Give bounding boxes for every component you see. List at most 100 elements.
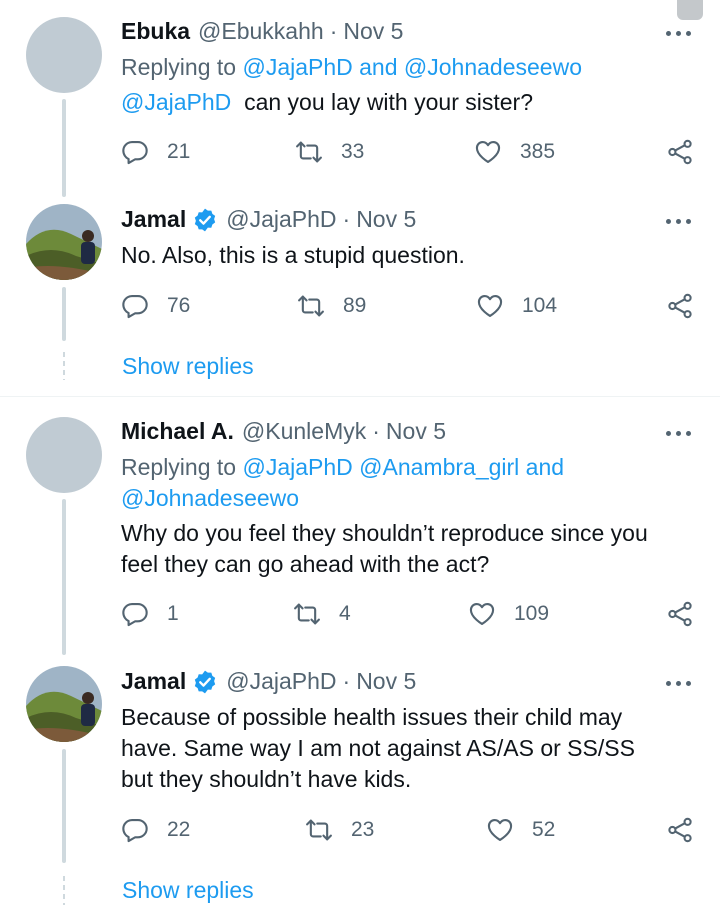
like-count: 104 xyxy=(522,294,558,317)
show-replies-link[interactable]: Show replies xyxy=(122,353,254,380)
tweet-text-line: have. Same way I am not against AS/AS or… xyxy=(121,735,635,761)
retweet-icon xyxy=(297,292,325,320)
like-icon xyxy=(468,600,496,628)
retweet-icon xyxy=(305,816,333,844)
verified-badge-icon xyxy=(192,669,218,695)
replying-to-mention[interactable]: @Johnadeseewo xyxy=(121,485,299,511)
share-icon[interactable] xyxy=(666,600,694,628)
handle[interactable]: @JajaPhD xyxy=(226,668,336,695)
retweet-button[interactable]: 4 xyxy=(293,600,351,628)
display-name[interactable]: Jamal xyxy=(121,206,186,233)
tweet-text-line: Because of possible health issues their … xyxy=(121,704,623,730)
avatar-photo xyxy=(26,666,102,742)
thread-line xyxy=(62,499,66,655)
like-button[interactable]: 385 xyxy=(474,138,555,166)
handle[interactable]: @Ebukkahh xyxy=(198,18,324,45)
avatar-photo xyxy=(26,204,102,280)
tweet-text-line: Why do you feel they shouldn’t reproduce… xyxy=(121,520,648,546)
handle[interactable]: @KunleMyk xyxy=(242,418,366,445)
avatar[interactable] xyxy=(26,417,102,493)
more-options-icon[interactable] xyxy=(666,429,692,437)
more-options-icon[interactable] xyxy=(666,679,692,687)
retweet-count: 89 xyxy=(343,294,367,317)
retweet-icon xyxy=(295,138,323,166)
scroll-handle[interactable] xyxy=(677,0,703,20)
like-button[interactable]: 104 xyxy=(476,292,557,320)
reply-icon xyxy=(121,292,149,320)
tweet-text-line: but they shouldn’t have kids. xyxy=(121,766,412,792)
tweet-text-line: feel they can go ahead with the act? xyxy=(121,551,490,577)
more-options-icon[interactable] xyxy=(666,29,692,37)
reply-count: 76 xyxy=(167,294,191,317)
reply-icon xyxy=(121,816,149,844)
retweet-count: 23 xyxy=(351,818,375,841)
retweet-button[interactable]: 23 xyxy=(305,816,374,844)
separator: · xyxy=(372,418,380,444)
separator: · xyxy=(342,206,351,232)
tweet-header: Jamal @JajaPhD · Nov 5 xyxy=(121,206,416,233)
replying-to-mentions[interactable]: @JajaPhD and @Johnadeseewo xyxy=(242,54,582,80)
like-count: 52 xyxy=(532,818,556,841)
handle[interactable]: @JajaPhD xyxy=(226,206,336,233)
display-name[interactable]: Jamal xyxy=(121,668,186,695)
share-icon[interactable] xyxy=(666,292,694,320)
thread-dots xyxy=(63,876,65,905)
replying-to: Replying to @JajaPhD and @Johnadeseewo xyxy=(121,52,691,83)
tweet-text-body: can you lay with your sister? xyxy=(231,89,533,115)
retweet-count: 4 xyxy=(339,602,351,625)
thread-dots xyxy=(63,352,65,380)
tweet-header: Michael A. @KunleMyk · Nov 5 xyxy=(121,418,446,445)
reply-button[interactable]: 1 xyxy=(121,600,179,628)
like-icon xyxy=(476,292,504,320)
reply-count: 1 xyxy=(167,602,179,625)
reply-icon xyxy=(121,138,149,166)
like-button[interactable]: 52 xyxy=(486,816,555,844)
thread-line xyxy=(62,99,66,197)
tweet-text: Why do you feel they shouldn’t reproduce… xyxy=(121,518,696,580)
share-icon[interactable] xyxy=(666,138,694,166)
replying-to-label: Replying to xyxy=(121,54,237,80)
tweet-header: Ebuka @Ebukkahh · Nov 5 xyxy=(121,18,403,45)
like-count: 385 xyxy=(520,140,556,163)
reply-count: 21 xyxy=(167,140,191,163)
retweet-icon xyxy=(293,600,321,628)
reply-button[interactable]: 21 xyxy=(121,138,190,166)
reply-button[interactable]: 76 xyxy=(121,292,190,320)
avatar[interactable] xyxy=(26,666,102,742)
like-icon xyxy=(486,816,514,844)
replying-to: Replying to @JajaPhD @Anambra_girl and @… xyxy=(121,452,691,514)
mention-link[interactable]: @JajaPhD xyxy=(121,89,231,115)
avatar[interactable] xyxy=(26,204,102,280)
replying-to-mentions[interactable]: @JajaPhD @Anambra_girl and xyxy=(242,454,564,480)
share-icon[interactable] xyxy=(666,816,694,844)
like-button[interactable]: 109 xyxy=(468,600,549,628)
reply-button[interactable]: 22 xyxy=(121,816,190,844)
timestamp[interactable]: Nov 5 xyxy=(356,668,416,695)
separator: · xyxy=(342,668,351,694)
retweet-button[interactable]: 89 xyxy=(297,292,366,320)
thread-line xyxy=(62,749,66,863)
reply-icon xyxy=(121,600,149,628)
tweet-text: @JajaPhD can you lay with your sister? xyxy=(121,87,696,118)
tweet-text: Because of possible health issues their … xyxy=(121,702,696,795)
more-options-icon[interactable] xyxy=(666,217,692,225)
retweet-button[interactable]: 33 xyxy=(295,138,364,166)
tweet-text: No. Also, this is a stupid question. xyxy=(121,242,465,268)
replying-to-label: Replying to xyxy=(121,454,237,480)
avatar[interactable] xyxy=(26,17,102,93)
divider xyxy=(0,396,720,397)
reply-count: 22 xyxy=(167,818,191,841)
show-replies-link[interactable]: Show replies xyxy=(122,877,254,904)
verified-badge-icon xyxy=(192,207,218,233)
timestamp[interactable]: Nov 5 xyxy=(386,418,446,445)
display-name[interactable]: Ebuka xyxy=(121,18,190,45)
timestamp[interactable]: Nov 5 xyxy=(343,18,403,45)
timestamp[interactable]: Nov 5 xyxy=(356,206,416,233)
separator: · xyxy=(329,18,338,44)
retweet-count: 33 xyxy=(341,140,365,163)
like-count: 109 xyxy=(514,602,550,625)
display-name[interactable]: Michael A. xyxy=(121,418,234,445)
tweet-header: Jamal @JajaPhD · Nov 5 xyxy=(121,668,416,695)
thread-line xyxy=(62,287,66,341)
like-icon xyxy=(474,138,502,166)
